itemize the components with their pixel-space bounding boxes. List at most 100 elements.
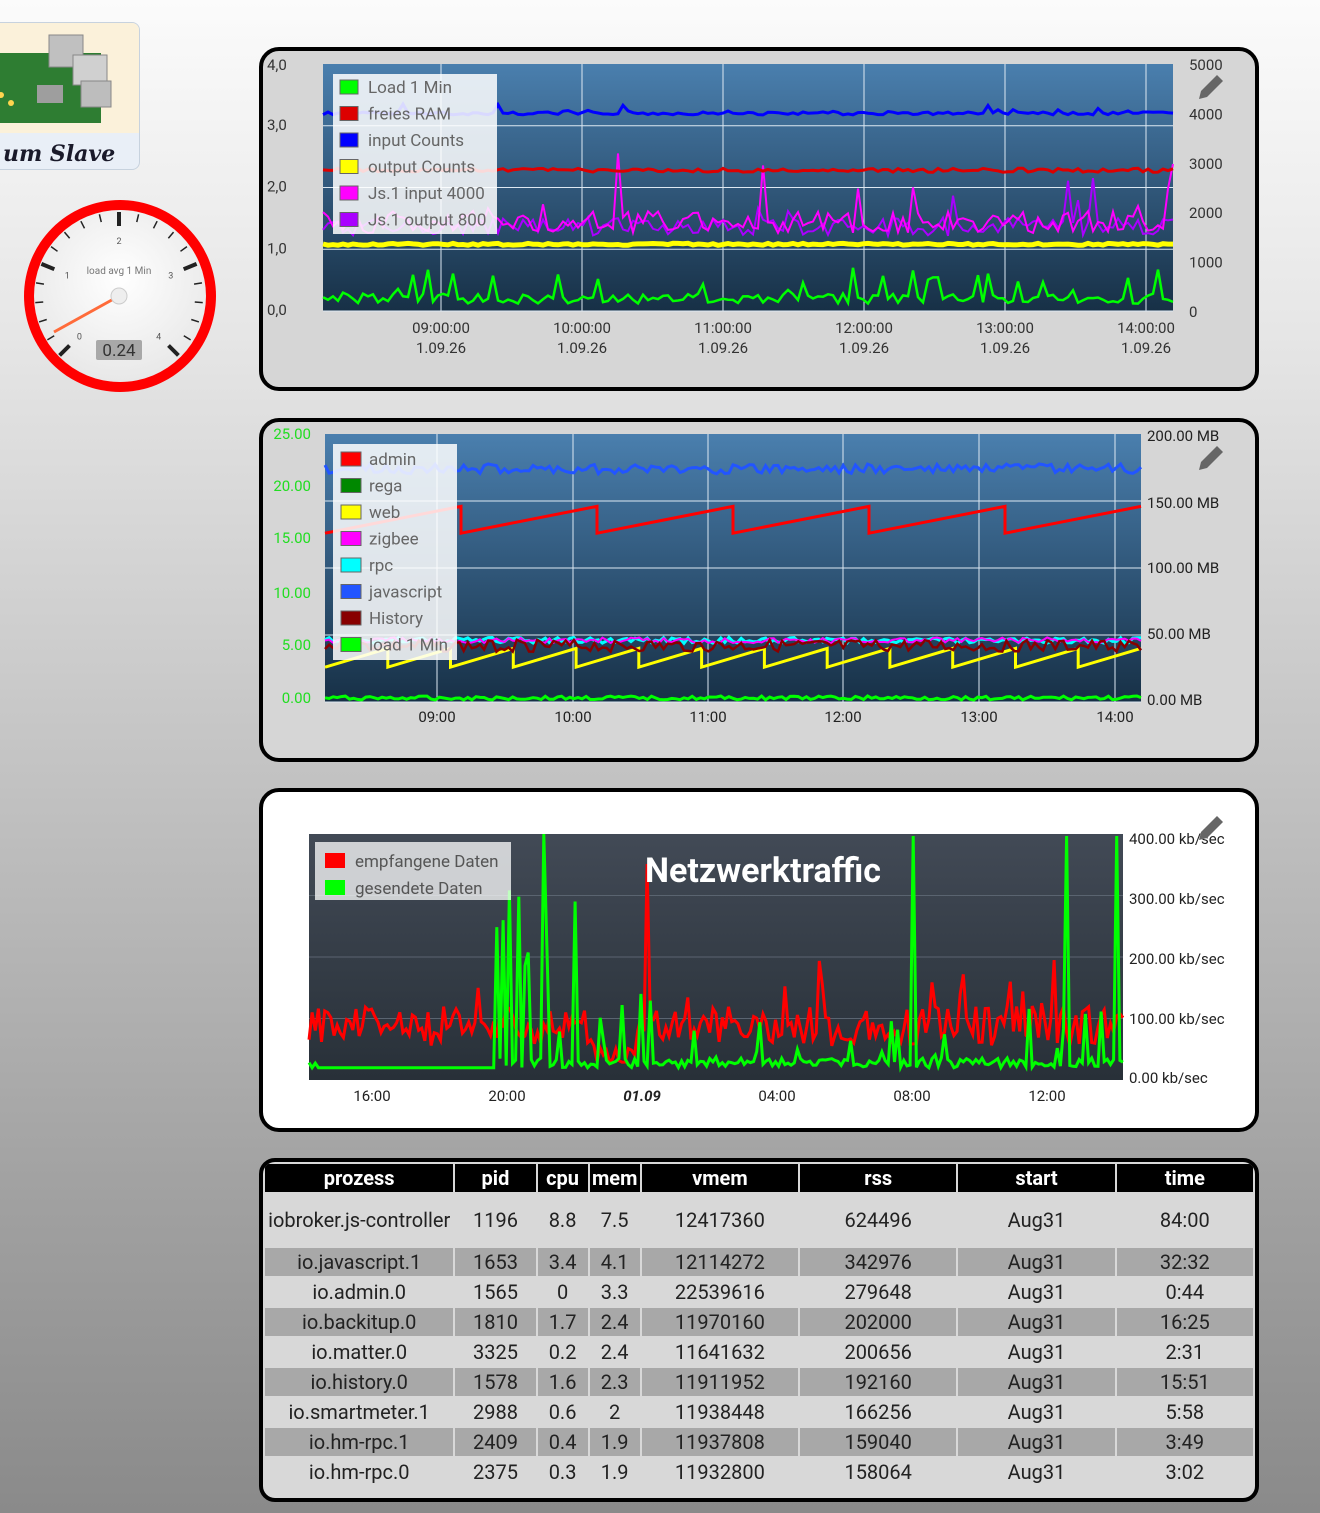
x-tick-label: 13:00	[960, 708, 997, 726]
cell-vmem: 22539616	[641, 1278, 799, 1306]
legend-label: rega	[369, 477, 402, 497]
y-tick-right: 150.00 MB	[1147, 494, 1219, 512]
column-header-time[interactable]: time	[1116, 1164, 1253, 1192]
process-table-panel: prozess pid cpu mem vmem rss start time iobroke…	[259, 1158, 1259, 1502]
cell-start: Aug31	[958, 1248, 1115, 1276]
logo-text: um Slave	[3, 141, 116, 167]
cell-cpu: 8.8	[537, 1194, 588, 1246]
legend-label: output Counts	[368, 158, 475, 178]
cell-pid: 1565	[455, 1278, 536, 1306]
gauge-tick-label: 1	[65, 272, 70, 282]
legend-swatch	[339, 159, 359, 174]
process-table: prozess pid cpu mem vmem rss start time iobroke…	[263, 1162, 1255, 1488]
cell-prozess: io.matter.0	[265, 1338, 454, 1366]
x-tick-date: 1.09.26	[980, 339, 1030, 357]
cell-vmem: 11932800	[641, 1458, 799, 1486]
y-tick-left: 1,0	[267, 239, 287, 257]
cell-rss: 159040	[800, 1428, 957, 1456]
y-tick-left: 3,0	[267, 116, 287, 134]
legend-label: javascript	[368, 583, 442, 603]
cell-pid: 1653	[455, 1248, 536, 1276]
x-tick-label: 11:00:00	[694, 319, 752, 337]
table-row: iobroker.js-controller 1196 8.8 7.5 12417360…	[265, 1194, 1253, 1246]
cell-cpu: 0.3	[537, 1458, 588, 1486]
gauge-tick-label: 3	[168, 272, 173, 282]
y-tick-left: 0.00	[282, 689, 311, 707]
cell-prozess: iobroker.js-controller	[265, 1194, 454, 1246]
cell-cpu: 0.4	[537, 1428, 588, 1456]
cell-vmem: 11938448	[641, 1398, 799, 1426]
edit-pencil-icon[interactable]	[1195, 71, 1229, 105]
cell-mem: 2	[589, 1398, 640, 1426]
y-tick-right: 0.00 MB	[1147, 691, 1202, 709]
table-row: io.history.0 1578 1.6 2.3 11911952 192160 Aug3…	[265, 1368, 1253, 1396]
x-tick-label: 12:00	[824, 708, 861, 726]
table-row: io.hm-rpc.0 2375 0.3 1.9 11932800 158064 Aug31…	[265, 1458, 1253, 1486]
y-tick-right: 1000	[1189, 254, 1223, 272]
cell-prozess: io.smartmeter.1	[265, 1398, 454, 1426]
cell-time: 32:32	[1116, 1248, 1253, 1276]
legend-swatch	[325, 853, 345, 868]
column-header-cpu[interactable]: cpu	[537, 1164, 588, 1192]
cell-vmem: 11641632	[641, 1338, 799, 1366]
column-header-pid[interactable]: pid	[455, 1164, 536, 1192]
cell-rss: 202000	[800, 1308, 957, 1336]
cell-mem: 2.4	[589, 1338, 640, 1366]
legend-swatch	[339, 79, 359, 95]
legend-swatch	[340, 478, 362, 493]
table-row: io.admin.0 1565 0 3.3 22539616 279648 Aug31 0:4…	[265, 1278, 1253, 1306]
cell-start: Aug31	[958, 1368, 1115, 1396]
edit-pencil-icon[interactable]	[1195, 442, 1229, 476]
x-tick-date: 1.09.26	[839, 339, 889, 357]
cell-time: 15:51	[1116, 1368, 1253, 1396]
edit-pencil-icon[interactable]	[1195, 812, 1229, 846]
legend-label: Js.1 input 4000	[368, 184, 485, 204]
cell-time: 84:00	[1116, 1194, 1253, 1246]
legend-swatch	[339, 132, 359, 148]
cell-rss: 192160	[800, 1368, 957, 1396]
y-tick-right: 300.00 kb/sec	[1129, 890, 1225, 908]
cell-time: 3:49	[1116, 1428, 1253, 1456]
cell-vmem: 12417360	[641, 1194, 799, 1246]
x-tick-label: 09:00	[418, 708, 455, 726]
cell-start: Aug31	[958, 1194, 1115, 1246]
column-header-rss[interactable]: rss	[800, 1164, 957, 1192]
y-tick-right: 50.00 MB	[1147, 625, 1211, 643]
cell-mem: 1.9	[589, 1428, 640, 1456]
gauge-tick	[35, 301, 44, 304]
gauge-tick-label: 4	[156, 333, 161, 343]
series-output-counts	[322, 240, 1173, 248]
cell-time: 5:58	[1116, 1398, 1253, 1426]
legend-label: Load 1 Min	[368, 78, 452, 98]
legend-label: freies RAM	[368, 105, 451, 125]
cell-vmem: 11970160	[641, 1308, 799, 1336]
cell-rss: 279648	[800, 1278, 957, 1306]
legend-swatch	[340, 637, 362, 652]
column-header-prozess[interactable]: prozess	[265, 1164, 454, 1192]
legend-label: web	[369, 503, 400, 523]
memory-panel: admin rega web zigbee rpc javascript History lo…	[259, 418, 1259, 762]
column-header-vmem[interactable]: vmem	[641, 1164, 799, 1192]
column-header-start[interactable]: start	[958, 1164, 1115, 1192]
cell-cpu: 0.6	[537, 1398, 588, 1426]
cell-rss: 158064	[800, 1458, 957, 1486]
cell-mem: 4.1	[589, 1248, 640, 1276]
legend-label: load 1 Min	[369, 636, 448, 656]
cell-start: Aug31	[958, 1278, 1115, 1306]
cell-cpu: 1.6	[537, 1368, 588, 1396]
legend-swatch	[340, 531, 362, 546]
legend-label: empfangene Daten	[355, 852, 499, 872]
cell-rss: 342976	[800, 1248, 957, 1276]
cell-rss: 200656	[800, 1338, 957, 1366]
x-tick-label: 11:00	[689, 708, 726, 726]
cell-cpu: 1.7	[537, 1308, 588, 1336]
cell-pid: 3325	[455, 1338, 536, 1366]
column-header-mem[interactable]: mem	[589, 1164, 640, 1192]
cell-prozess: io.javascript.1	[265, 1248, 454, 1276]
logo-card[interactable]: um Slave	[0, 22, 140, 170]
y-tick-left: 5.00	[282, 636, 311, 654]
legend-swatch	[339, 106, 359, 121]
cell-start: Aug31	[958, 1398, 1115, 1426]
raspberry-board-image	[0, 23, 139, 133]
x-tick-label: 12:00	[1028, 1087, 1065, 1105]
